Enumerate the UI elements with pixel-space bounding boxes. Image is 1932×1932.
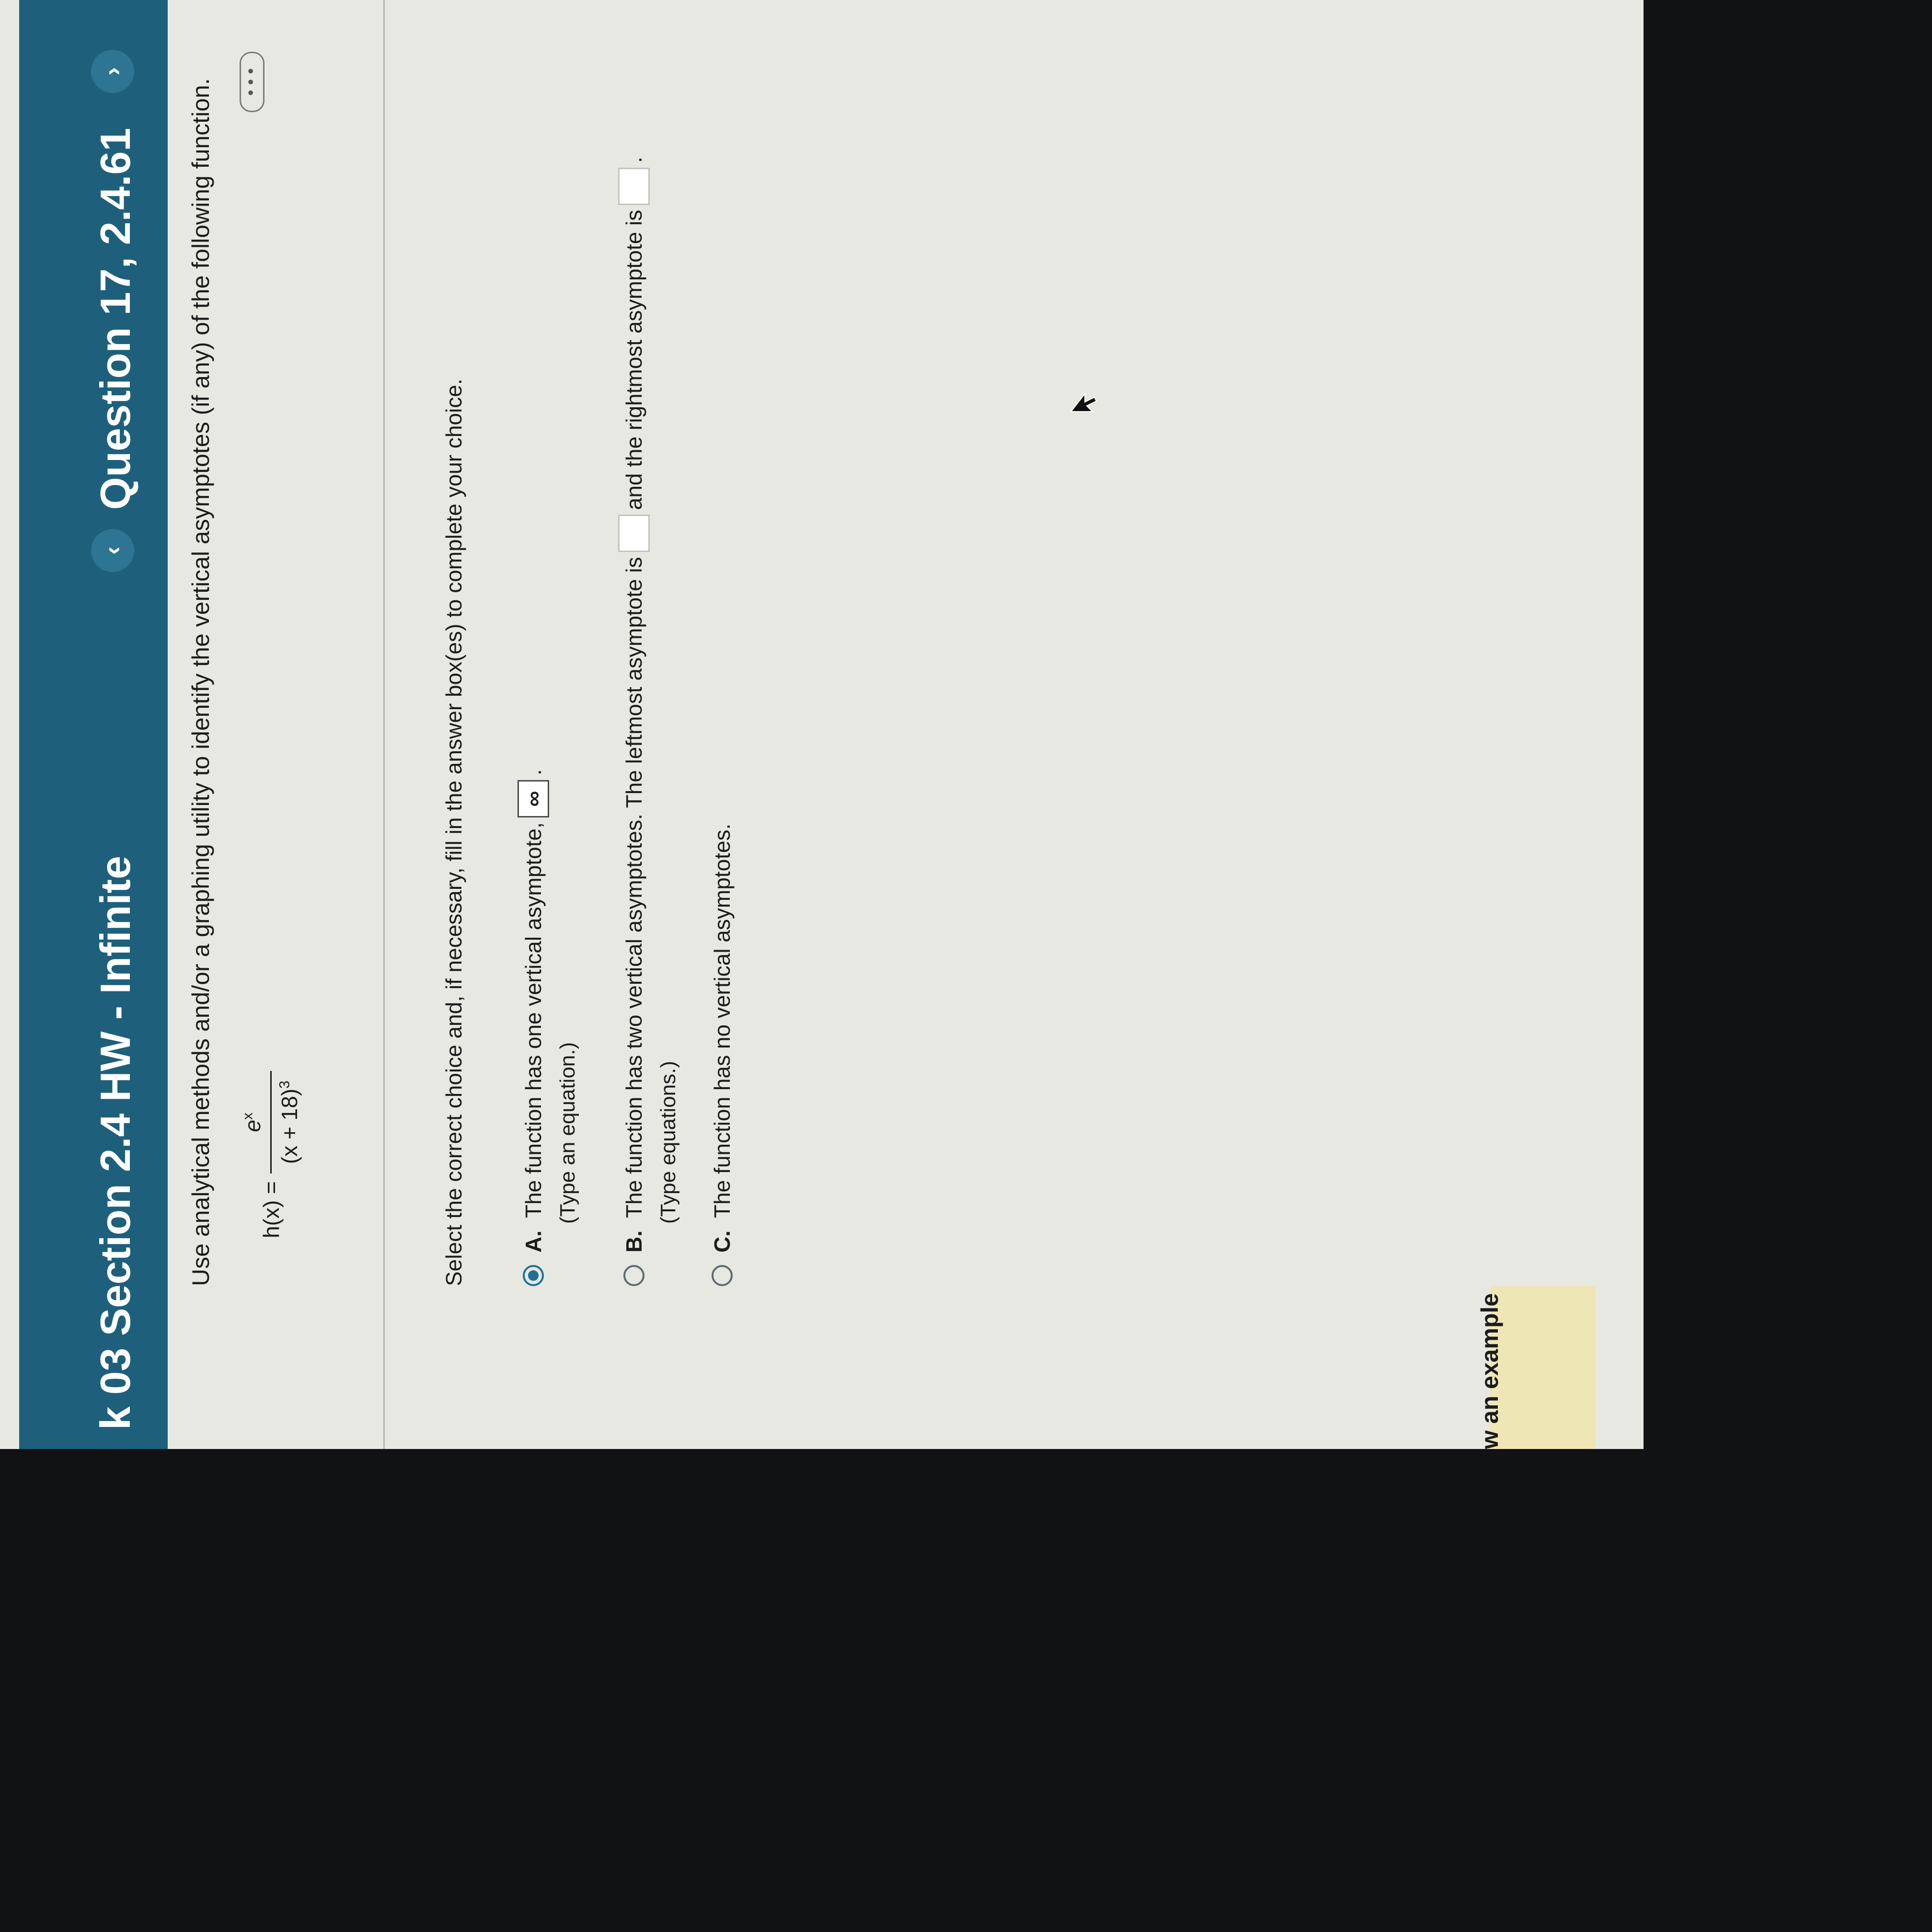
section-divider (383, 0, 385, 1449)
radio-a-selected[interactable] (523, 1265, 544, 1286)
choice-b-hint: (Type equations.) (656, 1061, 680, 1224)
choice-b-letter: B. (621, 1230, 646, 1253)
next-question-button[interactable]: › (91, 50, 134, 93)
choice-b-text: The function has two vertical asymptotes… (621, 557, 646, 1218)
view-example-link[interactable]: w an example (1476, 1293, 1504, 1449)
previous-question-button[interactable]: ‹ (91, 529, 134, 572)
radio-b[interactable] (623, 1265, 644, 1286)
mouse-cursor-icon (1070, 392, 1097, 412)
choice-c[interactable]: C. The function has no vertical asymptot… (709, 824, 735, 1286)
function-lhs: h(x) = (258, 1181, 284, 1238)
fraction-denominator: (x + 18)3 (270, 1071, 302, 1174)
function-fraction: ex (x + 18)3 (240, 1071, 302, 1174)
choice-prompt: Select the correct choice and, if necess… (441, 379, 466, 1286)
choice-a-text: The function has one vertical asymptote, (521, 822, 546, 1218)
function-definition: h(x) = ex (x + 18)3 (240, 1071, 302, 1238)
choice-a[interactable]: A. The function has one vertical asympto… (518, 769, 549, 1286)
radio-c[interactable] (712, 1265, 733, 1286)
highlight-strip (1490, 1286, 1596, 1449)
question-content: Use analytical methods and/or a graphing… (168, 0, 1644, 1449)
choice-c-letter: C. (710, 1230, 735, 1253)
fraction-numerator: ex (240, 1112, 265, 1132)
question-label: Question 17, 2.4.61 (92, 127, 139, 510)
assignment-header: k 03 Section 2.4 HW - Infinite ‹ Questio… (19, 0, 168, 1449)
choice-a-hint: (Type an equation.) (556, 1042, 579, 1224)
choice-a-letter: A. (521, 1230, 546, 1253)
question-instruction: Use analytical methods and/or a graphing… (187, 78, 214, 1286)
more-options-button[interactable]: • • • (240, 52, 264, 112)
chevron-right-icon: › (99, 67, 126, 76)
answer-box-a[interactable]: ∞ (518, 780, 549, 818)
assignment-title: k 03 Section 2.4 HW - Infinite (92, 855, 139, 1430)
choice-c-text: The function has no vertical asymptotes. (710, 823, 735, 1218)
dark-background (0, 1644, 1932, 1932)
screen: k 03 Section 2.4 HW - Infinite ‹ Questio… (0, 0, 1644, 1449)
chevron-left-icon: ‹ (99, 546, 126, 555)
choice-b[interactable]: B. The function has two vertical asympto… (618, 157, 650, 1286)
rightmost-asymptote-box[interactable] (618, 167, 650, 205)
choice-b-text-middle: and the rightmost asymptote is (621, 209, 646, 510)
leftmost-asymptote-box[interactable] (618, 515, 650, 552)
